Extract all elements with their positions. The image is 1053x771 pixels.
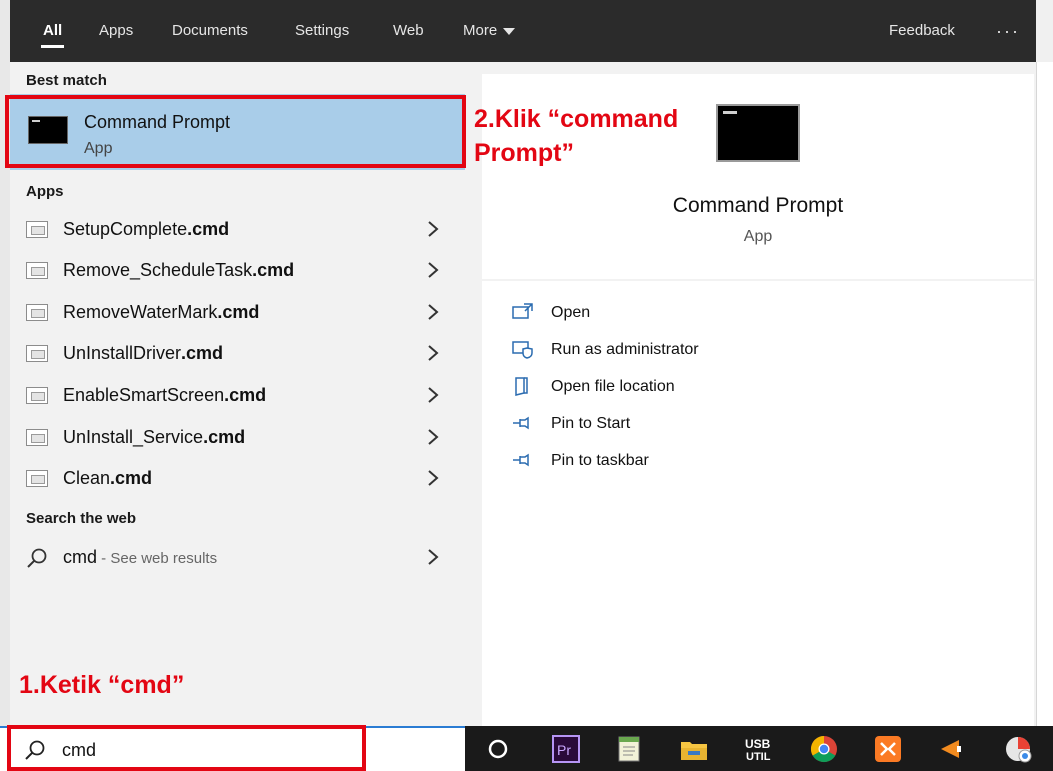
feedback-button[interactable]: Feedback xyxy=(889,0,955,62)
apps-header: Apps xyxy=(26,183,64,200)
annotation-step-2-line1: 2.Klik “command xyxy=(474,105,679,133)
action-label: Run as administrator xyxy=(551,341,699,358)
web-result-label: cmd - See web results xyxy=(63,547,218,567)
browser-icon[interactable] xyxy=(1003,734,1033,764)
app-result-setupcomplete[interactable]: SetupComplete.cmd xyxy=(10,210,465,250)
folder-icon xyxy=(515,377,528,396)
more-options-button[interactable]: ··· xyxy=(996,0,1020,62)
chevron-right-icon[interactable] xyxy=(426,219,440,239)
app-result-label: EnableSmartScreen.cmd xyxy=(63,385,267,405)
tab-apps[interactable]: Apps xyxy=(99,0,133,62)
xampp-icon[interactable] xyxy=(873,734,903,764)
action-label: Pin to taskbar xyxy=(551,452,649,469)
cmd-file-icon xyxy=(26,221,48,238)
start-search-window: All Apps Documents Settings Web More Fee… xyxy=(0,0,1053,771)
search-input[interactable] xyxy=(62,737,442,763)
annotation-step-2-line2: Prompt” xyxy=(474,139,574,167)
app-result-label: Remove_ScheduleTask.cmd xyxy=(63,260,295,280)
annotation-step-1: 1.Ketik “cmd” xyxy=(19,671,185,699)
annotation-step-2: 2.Klik “command Prompt” xyxy=(474,102,678,170)
chevron-right-icon[interactable] xyxy=(426,385,440,405)
cmd-file-icon xyxy=(26,387,48,404)
action-label: Open xyxy=(551,304,591,321)
best-match-title: Command Prompt xyxy=(84,112,231,132)
tab-documents[interactable]: Documents xyxy=(172,0,248,62)
tab-web[interactable]: Web xyxy=(393,0,424,62)
premiere-icon[interactable]: Pr xyxy=(551,734,581,764)
search-scope-bar: All Apps Documents Settings Web More Fee… xyxy=(10,0,1036,62)
action-label: Open file location xyxy=(551,378,675,395)
command-prompt-icon xyxy=(716,104,800,162)
action-pin-to-taskbar[interactable]: Pin to taskbar xyxy=(482,444,1034,478)
window-left-edge xyxy=(0,0,10,771)
app-result-uninstall-service[interactable]: UnInstall_Service.cmd xyxy=(10,418,465,458)
app-result-enablesmartscreen[interactable]: EnableSmartScreen.cmd xyxy=(10,376,465,416)
app-result-label: RemoveWaterMark.cmd xyxy=(63,302,260,322)
actions-list: Open Run as administrator Open file loca… xyxy=(482,281,1034,726)
tab-settings[interactable]: Settings xyxy=(295,0,349,62)
chrome-icon[interactable] xyxy=(809,734,839,764)
app-result-label: Clean.cmd xyxy=(63,468,153,488)
taskbar-search-box[interactable] xyxy=(0,726,465,771)
usb-util-icon[interactable]: USB UTIL xyxy=(743,734,773,764)
vlc-icon[interactable] xyxy=(937,734,967,764)
svg-text:USB: USB xyxy=(745,737,771,751)
pin-icon xyxy=(513,416,529,430)
open-icon xyxy=(512,303,533,319)
preview-title: Command Prompt xyxy=(672,194,844,217)
app-result-remove-scheduletask[interactable]: Remove_ScheduleTask.cmd xyxy=(10,251,465,291)
cmd-file-icon xyxy=(26,470,48,487)
svg-text:UTIL: UTIL xyxy=(746,751,771,763)
best-match-header: Best match xyxy=(26,72,107,89)
file-explorer-icon[interactable] xyxy=(679,734,709,764)
cmd-file-icon xyxy=(26,262,48,279)
taskbar: Pr USB UTIL xyxy=(465,726,1053,771)
chevron-right-icon[interactable] xyxy=(426,547,440,567)
cmd-file-icon xyxy=(26,345,48,362)
chevron-down-icon xyxy=(503,27,516,35)
action-open[interactable]: Open xyxy=(482,296,1034,330)
search-icon xyxy=(27,548,47,568)
app-result-label: UnInstall_Service.cmd xyxy=(63,427,246,447)
command-prompt-icon xyxy=(28,116,68,144)
app-result-clean[interactable]: Clean.cmd xyxy=(10,459,465,499)
pin-icon xyxy=(513,453,529,467)
shield-icon xyxy=(512,341,533,359)
background-window-edge xyxy=(1036,62,1053,726)
app-result-label: UnInstallDriver.cmd xyxy=(63,343,224,363)
svg-text:Pr: Pr xyxy=(557,742,571,758)
action-open-file-location[interactable]: Open file location xyxy=(482,370,1034,404)
preview-subtitle: App xyxy=(743,228,773,245)
search-the-web-header: Search the web xyxy=(26,510,137,527)
chevron-right-icon[interactable] xyxy=(426,343,440,363)
app-result-uninstalldriver[interactable]: UnInstallDriver.cmd xyxy=(10,334,465,374)
search-icon xyxy=(25,740,45,760)
app-result-removewatermark[interactable]: RemoveWaterMark.cmd xyxy=(10,293,465,333)
chevron-right-icon[interactable] xyxy=(426,260,440,280)
cmd-file-icon xyxy=(26,304,48,321)
best-match-command-prompt[interactable]: Command Prompt App xyxy=(10,94,465,170)
tab-all[interactable]: All xyxy=(40,0,65,62)
cortana-icon[interactable] xyxy=(483,734,513,764)
action-run-as-administrator[interactable]: Run as administrator xyxy=(482,333,1034,367)
best-match-subtitle: App xyxy=(84,140,113,157)
tab-more[interactable]: More xyxy=(463,0,516,62)
chevron-right-icon[interactable] xyxy=(426,427,440,447)
notepad-icon[interactable] xyxy=(615,734,645,764)
action-pin-to-start[interactable]: Pin to Start xyxy=(482,407,1034,441)
web-result-cmd[interactable]: cmd - See web results xyxy=(10,538,465,578)
results-panel: Best match Command Prompt App Apps Setup… xyxy=(10,62,465,726)
action-label: Pin to Start xyxy=(551,415,631,432)
chevron-right-icon[interactable] xyxy=(426,302,440,322)
cmd-file-icon xyxy=(26,429,48,446)
chevron-right-icon[interactable] xyxy=(426,468,440,488)
app-result-label: SetupComplete.cmd xyxy=(63,219,230,239)
